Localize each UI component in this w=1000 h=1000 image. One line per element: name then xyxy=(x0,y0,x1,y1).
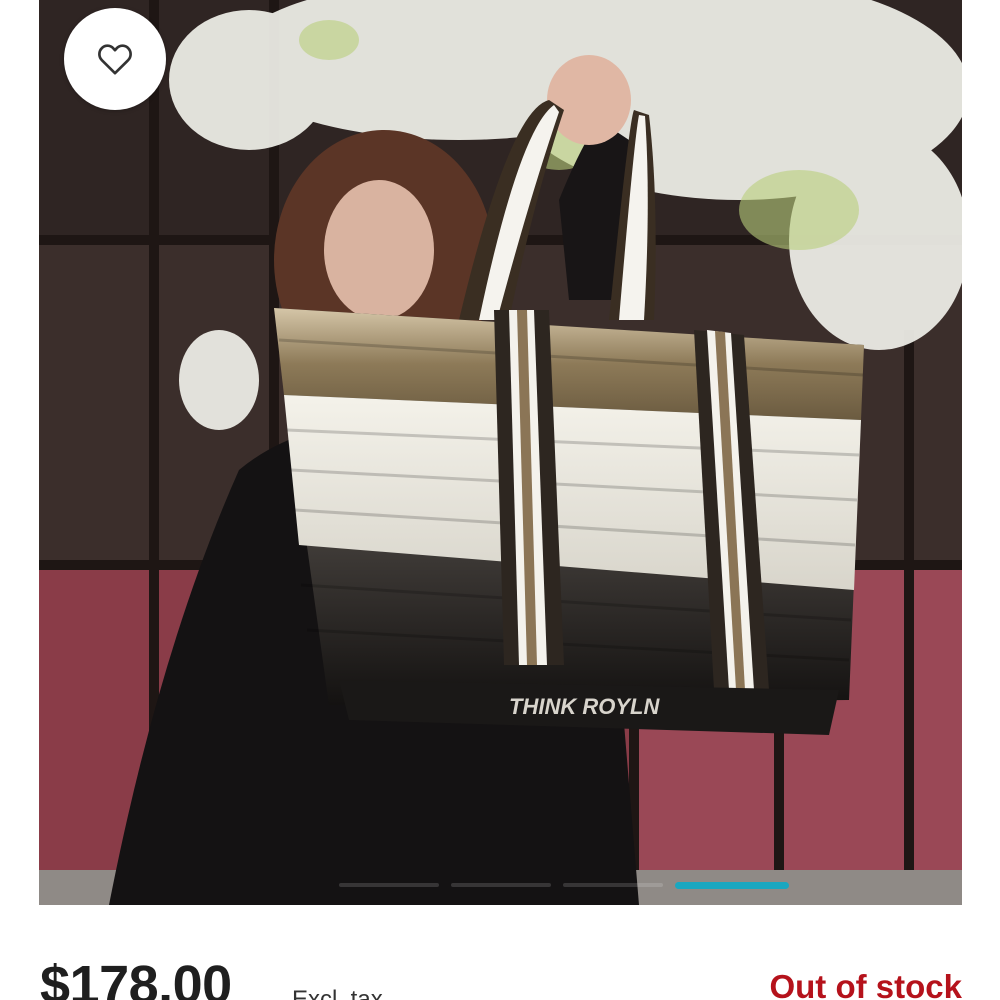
gallery-dot[interactable] xyxy=(563,883,663,887)
bag-brand-text: THINK ROYLN xyxy=(509,694,660,719)
gallery-dot-active[interactable] xyxy=(675,881,789,889)
product-photo: THINK ROYLN xyxy=(39,0,962,905)
gallery-dot[interactable] xyxy=(451,883,551,887)
gallery-pagination xyxy=(339,881,789,889)
tax-note: Excl. tax xyxy=(292,986,383,1000)
gallery-dot[interactable] xyxy=(339,883,439,887)
heart-outline-icon xyxy=(98,44,132,75)
product-image-gallery[interactable]: THINK ROYLN xyxy=(39,0,962,905)
favorite-button[interactable] xyxy=(64,8,166,110)
price-row: $178.00 Excl. tax Out of stock xyxy=(40,950,962,1000)
product-price: $178.00 xyxy=(40,955,232,1000)
stock-status: Out of stock xyxy=(769,968,962,1000)
